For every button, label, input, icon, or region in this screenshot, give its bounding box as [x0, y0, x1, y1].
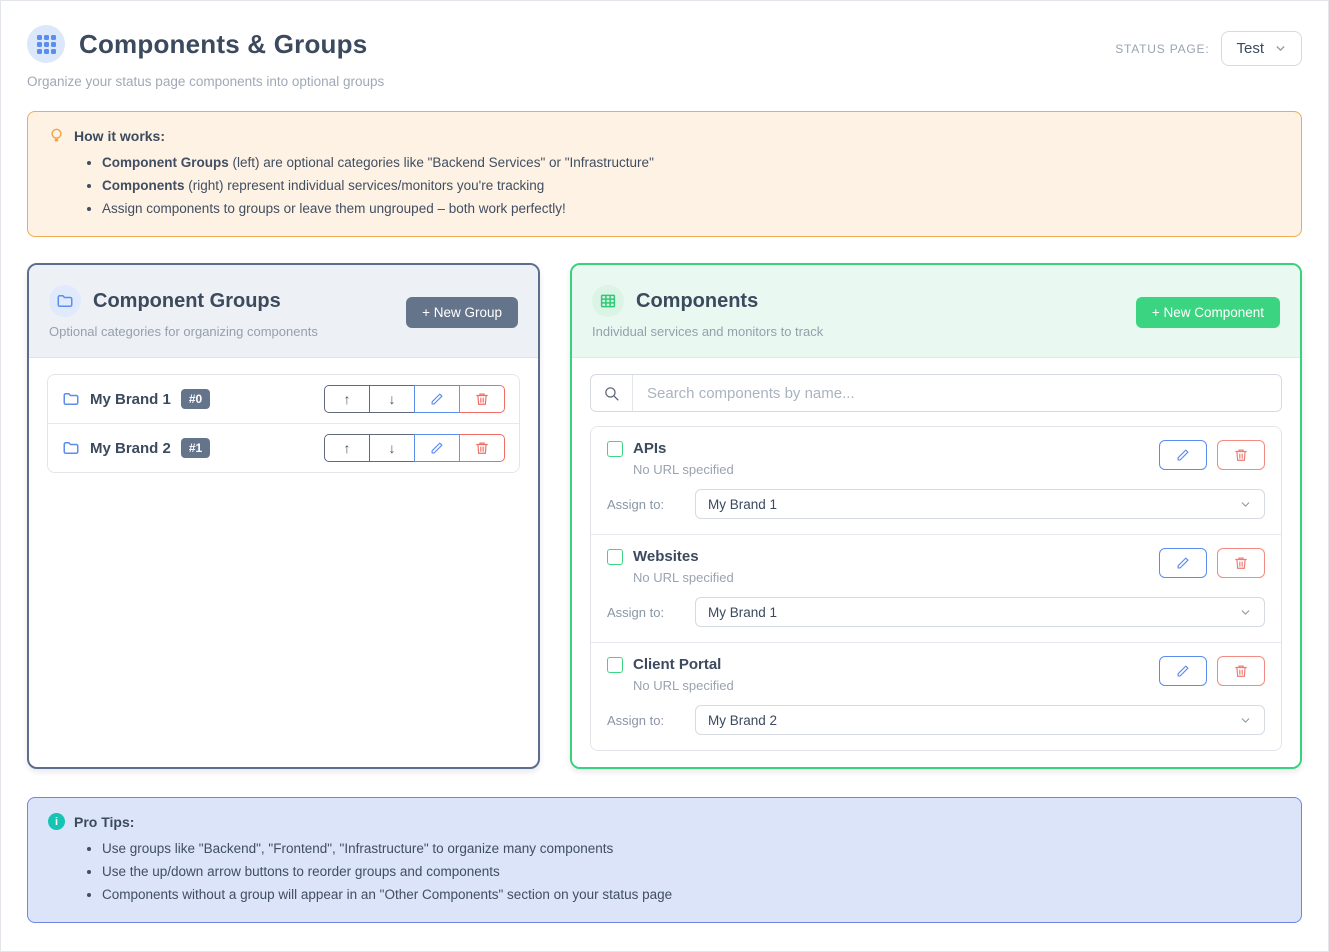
how-it-works-box: How it works: Component Groups (left) ar…	[27, 111, 1302, 237]
delete-group-button[interactable]	[459, 385, 505, 413]
pro-tips-list: Use groups like "Backend", "Frontend", "…	[48, 837, 1281, 906]
component-card: APIs No URL specified Assign to:	[591, 427, 1281, 534]
move-group-up-button[interactable]: ↑	[324, 385, 370, 413]
groups-panel-title: Component Groups	[93, 290, 281, 313]
edit-group-button[interactable]	[414, 385, 460, 413]
pencil-icon	[1176, 556, 1190, 570]
group-name: My Brand 2	[90, 440, 171, 457]
how-it-works-list: Component Groups (left) are optional cat…	[48, 151, 1281, 220]
delete-group-button[interactable]	[459, 434, 505, 462]
delete-component-button[interactable]	[1217, 656, 1265, 686]
components-panel: Components Individual services and monit…	[570, 263, 1302, 769]
new-component-button[interactable]: + New Component	[1136, 297, 1280, 328]
chevron-down-icon	[1239, 606, 1252, 619]
edit-component-button[interactable]	[1159, 656, 1207, 686]
trash-icon	[1234, 556, 1248, 570]
assign-group-select[interactable]: My Brand 2	[695, 705, 1265, 735]
assigned-group-value: My Brand 1	[708, 497, 777, 512]
status-page-label: STATUS PAGE:	[1115, 42, 1209, 56]
assigned-group-value: My Brand 1	[708, 605, 777, 620]
pro-tips-box: i Pro Tips: Use groups like "Backend", "…	[27, 797, 1302, 923]
edit-component-button[interactable]	[1159, 440, 1207, 470]
component-list: APIs No URL specified Assign to:	[590, 426, 1282, 751]
move-group-down-button[interactable]: ↓	[369, 434, 415, 462]
pro-tips-bullet: Use the up/down arrow buttons to reorder…	[102, 860, 1281, 883]
folder-icon	[62, 439, 80, 457]
component-checkbox[interactable]	[607, 549, 623, 565]
chevron-down-icon	[1239, 498, 1252, 511]
group-row: My Brand 1 #0 ↑ ↓	[48, 375, 519, 423]
groups-panel-subtitle: Optional categories for organizing compo…	[49, 324, 318, 339]
page-subtitle: Organize your status page components int…	[27, 74, 1302, 89]
down-arrow-icon: ↓	[389, 440, 396, 456]
component-search	[590, 374, 1282, 412]
down-arrow-icon: ↓	[389, 391, 396, 407]
edit-component-button[interactable]	[1159, 548, 1207, 578]
assign-to-label: Assign to:	[607, 605, 695, 620]
assign-group-select[interactable]: My Brand 1	[695, 597, 1265, 627]
component-checkbox[interactable]	[607, 441, 623, 457]
components-panel-title: Components	[636, 290, 758, 313]
move-group-down-button[interactable]: ↓	[369, 385, 415, 413]
component-url-note: No URL specified	[633, 462, 734, 477]
trash-icon	[475, 441, 489, 455]
status-page-value: Test	[1236, 40, 1264, 57]
assigned-group-value: My Brand 2	[708, 713, 777, 728]
delete-component-button[interactable]	[1217, 440, 1265, 470]
trash-icon	[1234, 448, 1248, 462]
group-name: My Brand 1	[90, 391, 171, 408]
chevron-down-icon	[1239, 714, 1252, 727]
up-arrow-icon: ↑	[344, 440, 351, 456]
group-order-badge: #0	[181, 389, 210, 409]
component-checkbox[interactable]	[607, 657, 623, 673]
pro-tips-title: Pro Tips:	[74, 814, 134, 830]
trash-icon	[1234, 664, 1248, 678]
assign-to-label: Assign to:	[607, 497, 695, 512]
component-url-note: No URL specified	[633, 678, 734, 693]
page-header: Components & Groups STATUS PAGE: Test	[27, 25, 1302, 66]
pencil-icon	[430, 441, 444, 455]
pro-tips-bullet: Components without a group will appear i…	[102, 883, 1281, 906]
edit-group-button[interactable]	[414, 434, 460, 462]
page: Components & Groups STATUS PAGE: Test Or…	[0, 0, 1329, 952]
pencil-icon	[1176, 664, 1190, 678]
components-grid-icon	[27, 25, 65, 63]
page-title: Components & Groups	[79, 29, 367, 60]
status-page-select[interactable]: Test	[1221, 31, 1302, 66]
component-groups-panel: Component Groups Optional categories for…	[27, 263, 540, 769]
move-group-up-button[interactable]: ↑	[324, 434, 370, 462]
search-icon	[591, 375, 633, 411]
how-it-works-bullet: Assign components to groups or leave the…	[102, 197, 1281, 220]
pro-tips-bullet: Use groups like "Backend", "Frontend", "…	[102, 837, 1281, 860]
lightbulb-icon	[48, 127, 65, 144]
group-order-badge: #1	[181, 438, 210, 458]
component-card: Client Portal No URL specified Assign to…	[591, 642, 1281, 750]
assign-group-select[interactable]: My Brand 1	[695, 489, 1265, 519]
how-it-works-bullet: Component Groups (left) are optional cat…	[102, 151, 1281, 174]
delete-component-button[interactable]	[1217, 548, 1265, 578]
pencil-icon	[1176, 448, 1190, 462]
component-url-note: No URL specified	[633, 570, 734, 585]
components-panel-subtitle: Individual services and monitors to trac…	[592, 324, 823, 339]
search-input[interactable]	[633, 375, 1281, 411]
group-list: My Brand 1 #0 ↑ ↓ My Bra	[47, 374, 520, 473]
component-card: Websites No URL specified Assign to:	[591, 534, 1281, 642]
component-name: APIs	[633, 440, 666, 457]
component-name: Websites	[633, 548, 699, 565]
info-icon: i	[48, 813, 65, 830]
trash-icon	[475, 392, 489, 406]
folder-icon	[62, 390, 80, 408]
up-arrow-icon: ↑	[344, 391, 351, 407]
chevron-down-icon	[1274, 42, 1287, 55]
table-grid-icon	[592, 285, 624, 317]
component-name: Client Portal	[633, 656, 721, 673]
pencil-icon	[430, 392, 444, 406]
new-group-button[interactable]: + New Group	[406, 297, 518, 328]
folder-icon	[49, 285, 81, 317]
how-it-works-bullet: Components (right) represent individual …	[102, 174, 1281, 197]
assign-to-label: Assign to:	[607, 713, 695, 728]
how-it-works-title: How it works:	[74, 128, 165, 144]
group-row: My Brand 2 #1 ↑ ↓	[48, 423, 519, 472]
